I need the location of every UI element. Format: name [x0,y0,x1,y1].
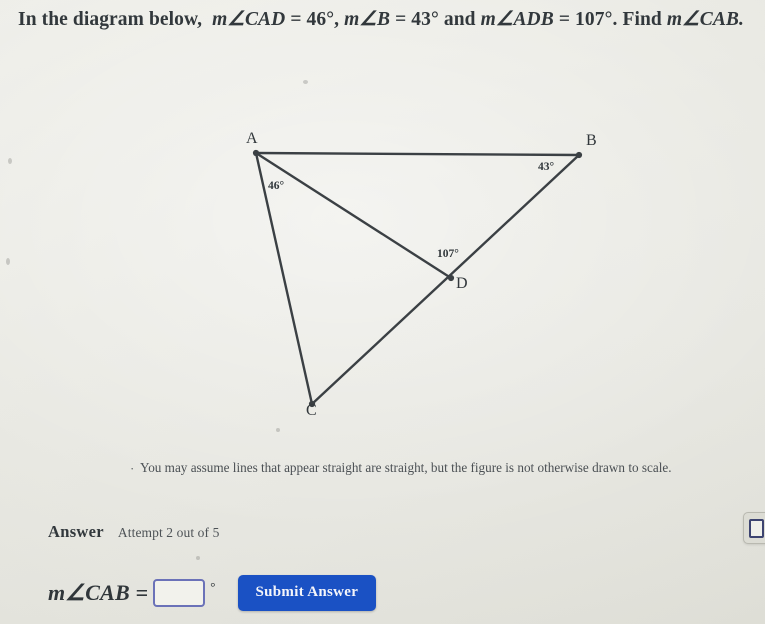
angle-label-CAD: 46° [268,180,285,192]
prompt-given-2-name: m∠B [344,9,391,30]
degree-symbol: ° [210,579,216,594]
figure-segments [254,151,581,406]
attempt-counter: Attempt 2 out of 5 [117,525,220,540]
note-text: You may assume lines that appear straigh… [140,460,672,475]
vertex-label-b: B [586,132,597,149]
prompt-given-1-value: 46° [306,9,335,30]
answer-input[interactable] [153,579,206,607]
vertex-point-b [575,151,583,159]
geometry-figure: A B C D 46° 43° 107° [0,110,765,440]
prompt-lead: In the diagram below, [18,9,203,30]
prompt-given-1-name: m∠CAD [212,9,286,30]
vertex-label-c: C [306,402,317,419]
scan-speck [196,556,200,560]
scan-speck [303,80,308,84]
segment-AD [254,151,453,280]
submit-answer-button[interactable]: Submit Answer [237,575,377,611]
vertex-label-a: A [246,130,258,147]
calculator-icon [749,519,764,538]
prompt-find-target: m∠CAB. [666,9,745,30]
segment-AB [254,151,581,157]
vertex-label-d: D [456,275,468,292]
angle-label-B: 43° [538,161,555,173]
answer-expression: m∠CAB = [48,580,149,605]
prompt-given-3-value: 107° [575,9,613,30]
prompt-given-3-name: m∠ADB [480,9,554,30]
answer-header: Answer Attempt 2 out of 5 [48,522,219,542]
note-bullet: · [130,461,135,476]
figure-angle-labels: 46° 43° 107° [268,161,555,260]
prompt-find-word: Find [622,9,662,30]
figure-scale-note: · You may assume lines that appear strai… [130,459,720,477]
segment-BC-through-D [310,153,581,406]
edge-calculator-widget[interactable] [743,512,765,544]
angle-label-ADB: 107° [437,248,459,260]
vertex-point-d [447,274,455,282]
answer-heading: Answer [48,522,104,541]
question-prompt: In the diagram below, m∠CAD = 46°, m∠B =… [18,9,745,30]
figure-vertex-labels: A B C D [246,130,597,419]
prompt-conjunction: and [443,9,476,30]
figure-svg: A B C D 46° 43° 107° [246,130,597,419]
answer-row: m∠CAB = ° Submit Answer [48,575,377,611]
prompt-given-2-value: 43° [411,9,439,30]
vertex-point-a [252,149,260,157]
figure-vertices [252,149,583,408]
